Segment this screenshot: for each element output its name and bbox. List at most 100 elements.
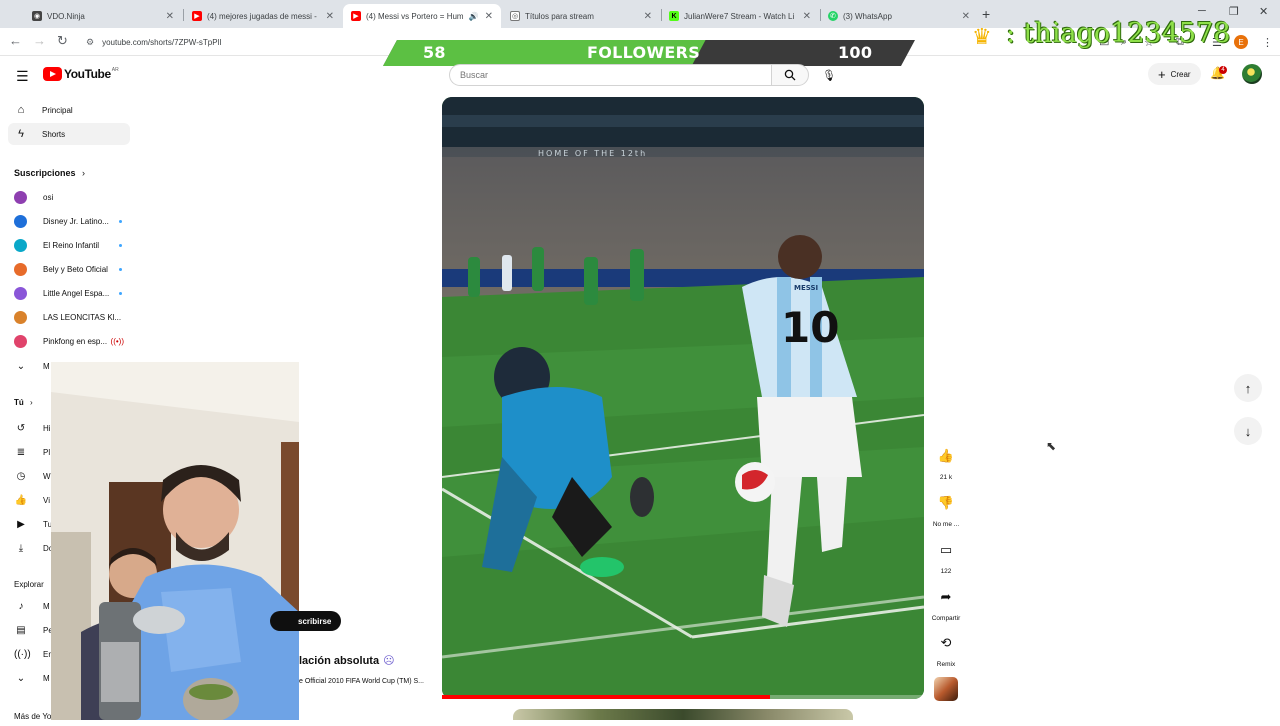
sidebar-item-playlists[interactable]: ≣ Pl: [14, 442, 50, 462]
music-icon: ♪: [18, 600, 24, 612]
youtube-icon: ▶: [351, 11, 361, 21]
subscription-name: Bely y Beto Oficial: [43, 264, 108, 274]
channel-avatar: [14, 334, 27, 348]
download-icon: ⤓: [18, 542, 24, 554]
you-header[interactable]: Tú ›: [14, 398, 33, 407]
video-progress-fill: [442, 695, 770, 699]
tab-julianwere7-stream[interactable]: K JulianWere7 Stream - Watch Li ✕: [661, 4, 819, 28]
sidebar-item-shorts[interactable]: ϟ Shorts: [8, 123, 130, 145]
subscription-name: El Reino Infantil: [43, 240, 100, 250]
channel-thumbnail[interactable]: [934, 677, 958, 701]
subscription-item[interactable]: Pinkfong en esp... ((•)): [14, 331, 132, 351]
mouse-cursor-icon: ⬉: [1046, 439, 1057, 453]
crown-icon: ♛: [972, 24, 992, 49]
sidebar-item-downloads[interactable]: ⤓ Do: [14, 538, 53, 558]
channel-avatar: [14, 214, 27, 228]
new-content-dot: [119, 243, 122, 247]
close-tab-icon[interactable]: ✕: [962, 11, 970, 22]
show-more-subscriptions[interactable]: ⌄ M: [14, 356, 50, 376]
channel-avatar: [14, 262, 27, 276]
followers-label: FOLLOWERS: [587, 43, 701, 62]
jersey-name: MESSI: [794, 284, 818, 292]
short-video-player[interactable]: MESSI 10 HOME OF THE 12th: [442, 97, 924, 699]
browser-profile-avatar[interactable]: E: [1234, 35, 1248, 49]
short-music-credit[interactable]: e Official 2010 FIFA World Cup (TM) S...: [299, 678, 424, 685]
new-content-dot: [119, 219, 122, 223]
sidebar-item-your-videos[interactable]: ▶ Tu: [14, 514, 52, 534]
site-info-icon[interactable]: ⚙: [86, 37, 94, 48]
webcam-frame: [51, 362, 299, 720]
sidebar-item-principal[interactable]: ⌂ Principal: [8, 99, 130, 121]
sidebar-item-movies[interactable]: ▤ Pe: [14, 620, 53, 640]
liked-icon: 👍: [14, 494, 28, 506]
reload-icon[interactable]: ↻: [57, 33, 68, 49]
close-tab-icon[interactable]: ✕: [485, 11, 493, 22]
close-tab-icon[interactable]: ✕: [644, 11, 652, 22]
close-tab-icon[interactable]: ✕: [803, 11, 811, 22]
subscription-name: Little Angel Espa...: [43, 288, 110, 298]
tab-whatsapp[interactable]: ✆ (3) WhatsApp ✕: [820, 4, 978, 28]
live-icon: ((•)): [110, 336, 124, 346]
comments-button[interactable]: ▭ 122: [930, 536, 962, 575]
sidebar-item-more[interactable]: ⌄ M: [14, 668, 50, 688]
like-button[interactable]: 👍 21 k: [930, 442, 962, 481]
account-avatar[interactable]: [1242, 64, 1262, 84]
minimize-icon[interactable]: ─: [1198, 5, 1206, 17]
tab-mejores-jugadas[interactable]: ▶ (4) mejores jugadas de messi - ✕: [184, 4, 342, 28]
back-icon[interactable]: ←: [9, 33, 22, 48]
sidebar-item-liked[interactable]: 👍 Vi: [14, 490, 50, 510]
subscription-item[interactable]: Little Angel Espa...: [14, 283, 132, 303]
next-short-preview[interactable]: [513, 709, 853, 720]
live-icon: ((·)): [14, 648, 31, 660]
menu-icon[interactable]: ☰: [16, 68, 29, 85]
subscription-item[interactable]: Bely y Beto Oficial: [14, 259, 132, 279]
subscription-item[interactable]: El Reino Infantil: [14, 235, 132, 255]
subscription-item[interactable]: Disney Jr. Latino...: [14, 211, 132, 231]
search-button[interactable]: [771, 64, 809, 86]
audio-playing-icon[interactable]: 🔊: [469, 12, 479, 21]
close-window-icon[interactable]: ✕: [1259, 5, 1268, 18]
subscribe-button[interactable]: scribirse: [270, 611, 342, 631]
playlist-icon: ≣: [16, 446, 26, 458]
shorts-icon: ϟ: [18, 128, 24, 140]
maximize-icon[interactable]: ❐: [1229, 5, 1239, 18]
address-bar[interactable]: ⚙ youtube.com/shorts/7ZPW-sTpPlI: [80, 31, 380, 53]
vdo-ninja-icon: ◉: [32, 11, 42, 21]
search-input[interactable]: [449, 64, 771, 86]
tab-vdo-ninja[interactable]: ◉ VDO.Ninja ✕: [24, 4, 182, 28]
thumbs-down-icon: 👎: [937, 495, 955, 510]
close-tab-icon[interactable]: ✕: [166, 11, 174, 22]
history-icon: ↺: [16, 422, 26, 434]
share-button[interactable]: ➦ Compartir: [930, 583, 962, 622]
create-button[interactable]: + Crear: [1148, 63, 1201, 85]
sidebar-item-music[interactable]: ♪ M: [14, 596, 50, 616]
subscription-name: Disney Jr. Latino...: [43, 216, 109, 226]
subscription-name: Pinkfong en esp...: [43, 336, 108, 346]
previous-short-button[interactable]: ↑: [1234, 374, 1262, 402]
new-tab-button[interactable]: +: [982, 6, 990, 22]
dislike-button[interactable]: 👎 No me ...: [930, 489, 962, 528]
close-tab-icon[interactable]: ✕: [326, 11, 334, 22]
youtube-icon: ▶: [192, 11, 202, 21]
next-short-button[interactable]: ↓: [1234, 417, 1262, 445]
youtube-logo[interactable]: YouTube AR: [43, 67, 119, 81]
remix-button[interactable]: ⟲ Remix: [930, 629, 962, 668]
your-videos-icon: ▶: [17, 518, 25, 530]
remix-icon: ⟲: [940, 635, 952, 650]
chevron-right-icon: ›: [30, 398, 33, 407]
forward-icon[interactable]: →: [33, 33, 46, 48]
subscription-item[interactable]: LAS LEONCITAS Kl...: [14, 307, 132, 327]
streamer-handle: : thiago1234578: [1006, 18, 1231, 49]
microphone-icon[interactable]: 🎙: [818, 64, 840, 86]
subscription-item[interactable]: osi: [14, 187, 132, 207]
video-progress-bar[interactable]: [442, 695, 924, 699]
sidebar-item-watch-later[interactable]: ◷ W: [14, 466, 51, 486]
sidebar-item-live[interactable]: ((·)) En: [14, 644, 53, 664]
browser-menu-icon[interactable]: ⋮: [1262, 36, 1273, 49]
tab-messi-vs-portero[interactable]: ▶ (4) Messi vs Portero = Hum 🔊 ✕: [343, 4, 501, 28]
chevron-down-icon: ⌄: [16, 672, 26, 684]
short-title[interactable]: lación absoluta ☹: [299, 654, 395, 667]
sidebar-item-history[interactable]: ↺ Hi: [14, 418, 51, 438]
subscriptions-header[interactable]: Suscripciones ›: [14, 168, 85, 178]
tab-titulos-stream[interactable]: ◎ Títulos para stream ✕: [502, 4, 660, 28]
